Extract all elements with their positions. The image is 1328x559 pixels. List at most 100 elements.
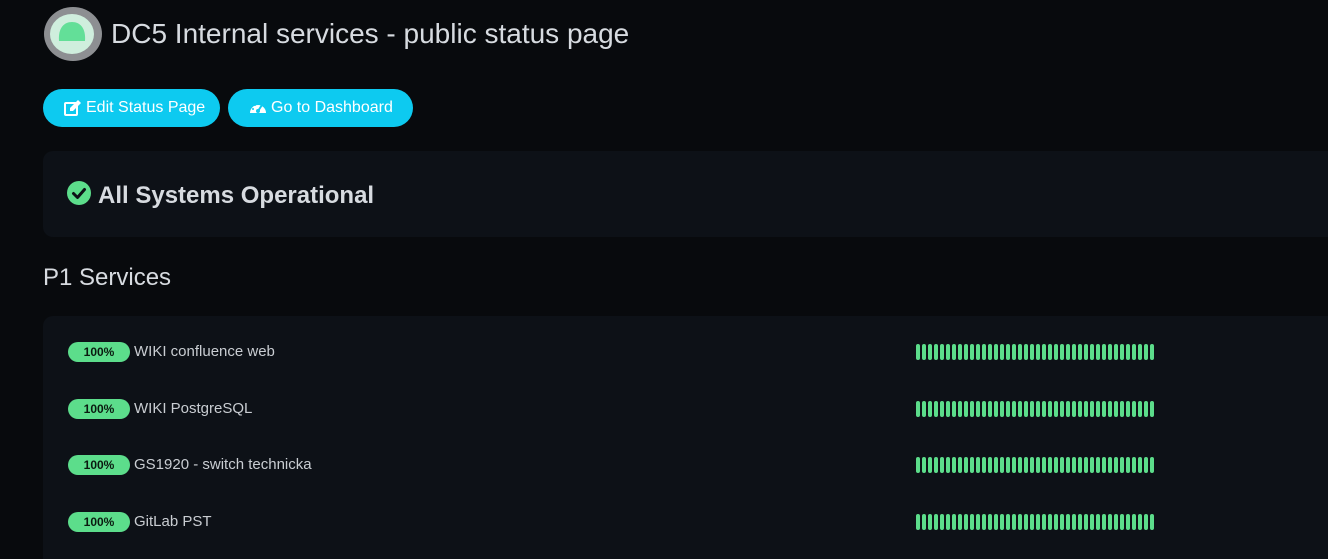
heartbeat-up[interactable]: [934, 514, 938, 530]
heartbeat-up[interactable]: [982, 457, 986, 473]
heartbeat-up[interactable]: [982, 401, 986, 417]
heartbeat-up[interactable]: [958, 457, 962, 473]
heartbeat-up[interactable]: [934, 344, 938, 360]
heartbeat-up[interactable]: [946, 344, 950, 360]
heartbeat-up[interactable]: [1096, 457, 1100, 473]
heartbeat-up[interactable]: [970, 344, 974, 360]
heartbeat-up[interactable]: [946, 401, 950, 417]
heartbeat-up[interactable]: [1078, 401, 1082, 417]
heartbeat-up[interactable]: [1096, 514, 1100, 530]
heartbeat-up[interactable]: [1102, 514, 1106, 530]
heartbeat-up[interactable]: [994, 401, 998, 417]
heartbeat-up[interactable]: [958, 514, 962, 530]
heartbeat-up[interactable]: [1000, 344, 1004, 360]
heartbeat-up[interactable]: [1126, 457, 1130, 473]
heartbeat-up[interactable]: [934, 401, 938, 417]
heartbeat-up[interactable]: [964, 344, 968, 360]
heartbeat-up[interactable]: [1030, 344, 1034, 360]
heartbeat-up[interactable]: [1084, 344, 1088, 360]
heartbeat-up[interactable]: [1036, 401, 1040, 417]
heartbeat-up[interactable]: [922, 344, 926, 360]
heartbeat-up[interactable]: [1024, 401, 1028, 417]
heartbeat-up[interactable]: [1114, 344, 1118, 360]
heartbeat-up[interactable]: [1018, 457, 1022, 473]
heartbeat-up[interactable]: [1138, 401, 1142, 417]
heartbeat-up[interactable]: [1066, 457, 1070, 473]
heartbeat-up[interactable]: [1072, 514, 1076, 530]
heartbeat-up[interactable]: [1114, 401, 1118, 417]
heartbeat-up[interactable]: [928, 514, 932, 530]
heartbeat-up[interactable]: [1012, 457, 1016, 473]
heartbeat-up[interactable]: [1138, 344, 1142, 360]
heartbeat-up[interactable]: [976, 401, 980, 417]
heartbeat-up[interactable]: [1060, 401, 1064, 417]
heartbeat-up[interactable]: [988, 457, 992, 473]
heartbeat-up[interactable]: [1096, 344, 1100, 360]
heartbeat-up[interactable]: [1018, 401, 1022, 417]
heartbeat-up[interactable]: [1078, 344, 1082, 360]
heartbeat-up[interactable]: [1000, 401, 1004, 417]
heartbeat-up[interactable]: [1126, 514, 1130, 530]
heartbeat-up[interactable]: [1120, 457, 1124, 473]
heartbeat-up[interactable]: [1000, 514, 1004, 530]
heartbeat-up[interactable]: [1042, 401, 1046, 417]
heartbeat-up[interactable]: [1036, 514, 1040, 530]
heartbeat-up[interactable]: [1108, 514, 1112, 530]
heartbeat-up[interactable]: [1150, 344, 1154, 360]
heartbeat-up[interactable]: [1078, 457, 1082, 473]
heartbeat-up[interactable]: [1012, 401, 1016, 417]
heartbeat-up[interactable]: [916, 401, 920, 417]
heartbeat-up[interactable]: [916, 514, 920, 530]
heartbeat-up[interactable]: [1132, 401, 1136, 417]
heartbeat-up[interactable]: [982, 514, 986, 530]
heartbeat-up[interactable]: [976, 344, 980, 360]
heartbeat-up[interactable]: [1066, 401, 1070, 417]
heartbeat-up[interactable]: [1006, 457, 1010, 473]
heartbeat-up[interactable]: [946, 457, 950, 473]
heartbeat-up[interactable]: [1006, 514, 1010, 530]
heartbeat-up[interactable]: [1036, 457, 1040, 473]
edit-status-page-button[interactable]: Edit Status Page: [43, 89, 220, 127]
heartbeat-up[interactable]: [940, 457, 944, 473]
heartbeat-up[interactable]: [988, 344, 992, 360]
heartbeat-up[interactable]: [922, 514, 926, 530]
heartbeat-up[interactable]: [1150, 514, 1154, 530]
heartbeat-up[interactable]: [1114, 514, 1118, 530]
heartbeat-up[interactable]: [940, 401, 944, 417]
heartbeat-up[interactable]: [1096, 401, 1100, 417]
heartbeat-up[interactable]: [1108, 344, 1112, 360]
heartbeat-up[interactable]: [1120, 514, 1124, 530]
heartbeat-up[interactable]: [1072, 344, 1076, 360]
go-to-dashboard-button[interactable]: Go to Dashboard: [228, 89, 413, 127]
heartbeat-up[interactable]: [1018, 514, 1022, 530]
heartbeat-up[interactable]: [994, 457, 998, 473]
heartbeat-up[interactable]: [1066, 344, 1070, 360]
heartbeat-up[interactable]: [958, 344, 962, 360]
heartbeat-up[interactable]: [1030, 401, 1034, 417]
heartbeat-up[interactable]: [1084, 457, 1088, 473]
heartbeat-up[interactable]: [952, 401, 956, 417]
heartbeat-up[interactable]: [976, 457, 980, 473]
heartbeat-up[interactable]: [1054, 401, 1058, 417]
heartbeat-up[interactable]: [1042, 457, 1046, 473]
heartbeat-up[interactable]: [940, 344, 944, 360]
heartbeat-up[interactable]: [982, 344, 986, 360]
heartbeat-up[interactable]: [958, 401, 962, 417]
heartbeat-up[interactable]: [952, 514, 956, 530]
heartbeat-up[interactable]: [1108, 401, 1112, 417]
heartbeat-up[interactable]: [1132, 457, 1136, 473]
heartbeat-up[interactable]: [1102, 457, 1106, 473]
heartbeat-up[interactable]: [1126, 344, 1130, 360]
heartbeat-up[interactable]: [1144, 514, 1148, 530]
heartbeat-up[interactable]: [994, 514, 998, 530]
heartbeat-up[interactable]: [952, 457, 956, 473]
heartbeat-up[interactable]: [964, 514, 968, 530]
heartbeat-up[interactable]: [1120, 344, 1124, 360]
heartbeat-up[interactable]: [1150, 457, 1154, 473]
heartbeat-up[interactable]: [1042, 344, 1046, 360]
heartbeat-up[interactable]: [970, 514, 974, 530]
heartbeat-up[interactable]: [1060, 457, 1064, 473]
heartbeat-up[interactable]: [1090, 457, 1094, 473]
heartbeat-up[interactable]: [1138, 457, 1142, 473]
heartbeat-up[interactable]: [1126, 401, 1130, 417]
